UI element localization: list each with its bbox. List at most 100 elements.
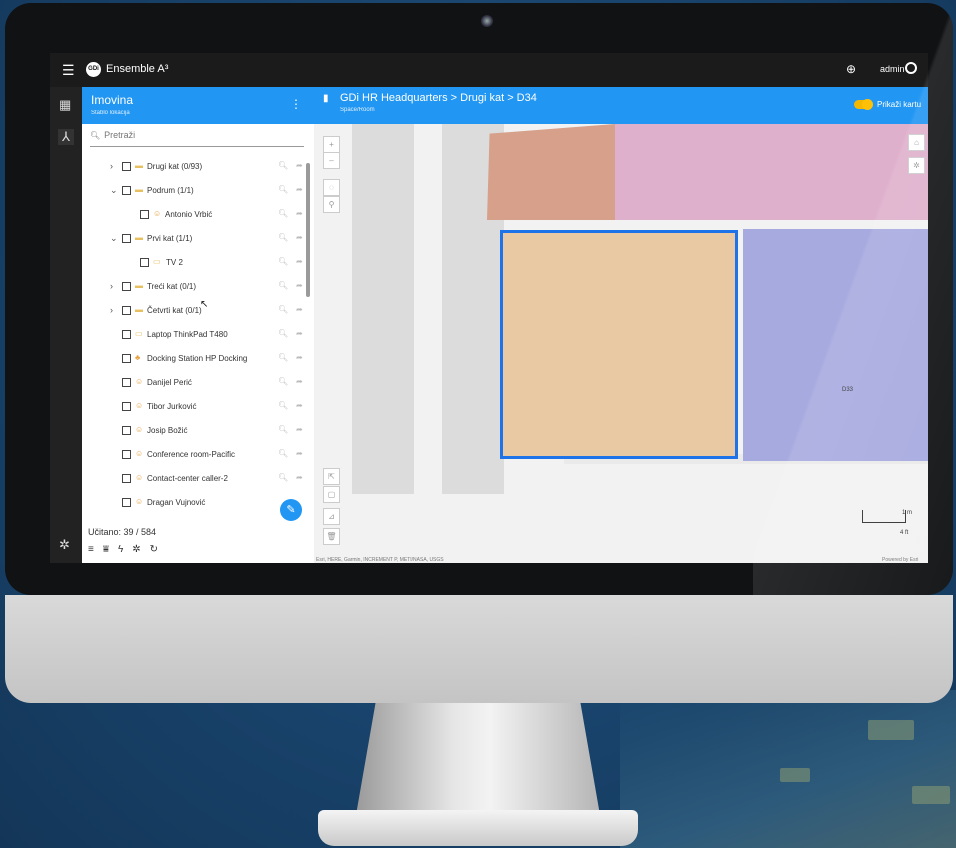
chevron-down-icon[interactable]: ⌄ xyxy=(110,185,118,196)
location-icon[interactable]: ◌ xyxy=(323,179,340,196)
bolt-icon[interactable]: ϟ xyxy=(118,544,123,555)
room-d34-selected[interactable] xyxy=(500,230,738,459)
zoom-icon[interactable]: 🔍︎ xyxy=(278,281,288,290)
checkbox[interactable] xyxy=(122,162,131,171)
tree-row-docking[interactable]: ♣ Docking Station HP Docking 🔍︎ ➦ xyxy=(82,349,308,369)
rectangle-icon[interactable]: ▢ xyxy=(323,486,340,503)
checkbox[interactable] xyxy=(122,354,131,363)
checkbox[interactable] xyxy=(122,306,131,315)
menu-icon[interactable]: ☰ xyxy=(62,62,75,79)
checkbox[interactable] xyxy=(122,234,131,243)
settings-icon[interactable]: ✲ xyxy=(59,537,70,553)
locate-icon[interactable]: ➦ xyxy=(296,161,303,170)
zoom-icon[interactable]: 🔍︎ xyxy=(278,233,288,242)
zoom-icon[interactable]: 🔍︎ xyxy=(278,161,288,170)
chevron-down-icon[interactable]: ⌄ xyxy=(110,233,118,244)
tree-row-contact-center[interactable]: ☺ Contact-center caller-2 🔍︎ ➦ xyxy=(82,469,308,489)
show-map-toggle[interactable] xyxy=(854,99,873,110)
compass-icon[interactable]: ✲ xyxy=(908,157,925,174)
home-icon[interactable]: ⌂ xyxy=(908,134,925,151)
locate-icon[interactable]: ➦ xyxy=(296,377,303,386)
account-icon[interactable] xyxy=(905,62,917,74)
floor-map[interactable]: D33 + – ◌ ⚲ ⌂ ✲ ⇱ ▢ ⊿ 🗑︎ 1 m 4 ft Esri, … xyxy=(314,124,928,563)
checkbox[interactable] xyxy=(122,186,131,195)
filter-icon[interactable]: ⩸ xyxy=(103,544,109,555)
zoom-out-button[interactable]: – xyxy=(323,152,340,169)
zoom-icon[interactable]: 🔍︎ xyxy=(278,185,288,194)
chevron-right-icon[interactable]: › xyxy=(110,305,113,315)
zoom-icon[interactable]: 🔍︎ xyxy=(278,257,288,266)
zoom-icon[interactable]: 🔍︎ xyxy=(278,401,288,410)
dashboard-icon[interactable]: ▦ xyxy=(59,97,71,113)
sort-icon[interactable]: ≡ xyxy=(88,544,94,555)
checkbox[interactable] xyxy=(122,402,131,411)
more-vert-icon[interactable]: ⋮ xyxy=(290,97,302,111)
checkbox[interactable] xyxy=(122,474,131,483)
search-input[interactable]: 🔍︎ Pretraži xyxy=(90,130,304,147)
tree-row-danijel[interactable]: ☺ Danijel Perić 🔍︎ ➦ xyxy=(82,373,308,393)
loaded-count: Učitano: 39 / 584 xyxy=(88,527,157,537)
chevron-right-icon[interactable]: › xyxy=(110,161,113,171)
room-d33[interactable] xyxy=(743,229,928,461)
locate-icon[interactable]: ➦ xyxy=(296,329,303,338)
refresh-icon[interactable]: ↻ xyxy=(150,544,158,555)
globe-icon[interactable]: ⊕ xyxy=(846,62,856,76)
checkbox[interactable] xyxy=(122,282,131,291)
checkbox[interactable] xyxy=(140,210,149,219)
tree-row-dragan[interactable]: ☺ Dragan Vujnović xyxy=(82,493,308,513)
locate-icon[interactable]: ➦ xyxy=(296,449,303,458)
checkbox[interactable] xyxy=(122,426,131,435)
zoom-icon[interactable]: 🔍︎ xyxy=(278,329,288,338)
tree-row-conference[interactable]: ☺ Conference room-Pacific 🔍︎ ➦ xyxy=(82,445,308,465)
zoom-icon[interactable]: 🔍︎ xyxy=(278,305,288,314)
checkbox[interactable] xyxy=(140,258,149,267)
locate-icon[interactable]: ➦ xyxy=(296,353,303,362)
locate-icon[interactable]: ➦ xyxy=(296,185,303,194)
locate-icon[interactable]: ➦ xyxy=(296,401,303,410)
tree-label: Dragan Vujnović xyxy=(147,498,206,507)
trash-icon[interactable]: 🗑︎ xyxy=(323,528,340,545)
tree-row-treci-kat[interactable]: › ▬ Treći kat (0/1) 🔍︎ ➦ xyxy=(82,277,308,297)
checkbox[interactable] xyxy=(122,498,131,507)
zoom-icon[interactable]: 🔍︎ xyxy=(278,353,288,362)
settings-icon[interactable]: ✲ xyxy=(132,544,140,555)
room-pink[interactable] xyxy=(615,124,928,220)
tree-row-laptop[interactable]: ▭ Laptop ThinkPad T480 🔍︎ ➦ xyxy=(82,325,308,345)
tree-row-cetvrti-kat[interactable]: › ▬ Četvrti kat (0/1) 🔍︎ ➦ xyxy=(82,301,308,321)
locate-icon[interactable]: ➦ xyxy=(296,233,303,242)
tree-row-antonio[interactable]: ☺ Antonio Vrbić 🔍︎ ➦ xyxy=(82,205,308,225)
locate-icon[interactable]: ➦ xyxy=(296,257,303,266)
tree-row-prvi-kat[interactable]: ⌄ ▬ Prvi kat (1/1) 🔍︎ ➦ xyxy=(82,229,308,249)
tree-row-tv[interactable]: ▭ TV 2 🔍︎ ➦ xyxy=(82,253,308,273)
chevron-right-icon[interactable]: › xyxy=(110,281,113,291)
folder-icon: ▬ xyxy=(135,305,143,314)
tree-row-drugi-kat[interactable]: › ▬ Drugi kat (0/93) 🔍︎ ➦ xyxy=(82,157,308,177)
scrollbar[interactable] xyxy=(306,163,310,297)
locate-icon[interactable]: ➦ xyxy=(296,209,303,218)
zoom-icon[interactable]: 🔍︎ xyxy=(278,449,288,458)
locate-icon[interactable]: ➦ xyxy=(296,305,303,314)
zoom-icon[interactable]: 🔍︎ xyxy=(278,425,288,434)
chart-icon[interactable]: ⊿ xyxy=(323,508,340,525)
zoom-icon[interactable]: 🔍︎ xyxy=(278,377,288,386)
tree-row-tibor[interactable]: ☺ Tibor Jurković 🔍︎ ➦ xyxy=(82,397,308,417)
tree-row-podrum[interactable]: ⌄ ▬ Podrum (1/1) 🔍︎ ➦ xyxy=(82,181,308,201)
checkbox[interactable] xyxy=(122,450,131,459)
edit-button[interactable]: ✎ xyxy=(280,499,302,521)
checkbox[interactable] xyxy=(122,330,131,339)
locate-icon[interactable]: ➦ xyxy=(296,425,303,434)
tree-row-josip[interactable]: ☺ Josip Božić 🔍︎ ➦ xyxy=(82,421,308,441)
measure-icon[interactable]: ⚲ xyxy=(323,196,340,213)
tv-icon: ▭ xyxy=(153,257,161,266)
zoom-in-button[interactable]: + xyxy=(323,136,340,153)
room-salmon[interactable] xyxy=(487,124,615,220)
locate-icon[interactable]: ➦ xyxy=(296,473,303,482)
select-icon[interactable]: ⇱ xyxy=(323,468,340,485)
user-name[interactable]: admin xyxy=(880,64,905,74)
hierarchy-icon[interactable]: ⅄ xyxy=(58,129,74,145)
monitor-chin xyxy=(5,595,953,703)
locate-icon[interactable]: ➦ xyxy=(296,281,303,290)
zoom-icon[interactable]: 🔍︎ xyxy=(278,209,288,218)
checkbox[interactable] xyxy=(122,378,131,387)
zoom-icon[interactable]: 🔍︎ xyxy=(278,473,288,482)
